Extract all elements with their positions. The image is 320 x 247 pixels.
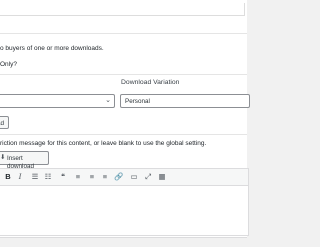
align-right-icon[interactable]: ≡ [100, 172, 110, 182]
more-tag-icon[interactable]: ▭ [129, 172, 139, 182]
chevron-down-icon: ⌄ [105, 97, 111, 104]
fullscreen-icon[interactable]: ⤢ [143, 172, 153, 182]
italic-icon[interactable]: I [15, 172, 25, 182]
divider [0, 33, 247, 34]
blockquote-icon[interactable]: ❝ [58, 172, 68, 182]
link-icon[interactable]: 🔗 [114, 172, 124, 182]
editor-toolbar: B I ☰ ☷ ❝ ≡ ≡ ≡ 🔗 ▭ ⤢ ▦ [0, 169, 248, 186]
add-download-button[interactable]: ad [0, 116, 9, 129]
toolbar-toggle-icon[interactable]: ▦ [157, 172, 167, 182]
top-input-field[interactable] [0, 3, 245, 16]
restriction-message-editor[interactable]: B I ☰ ☷ ❝ ≡ ≡ ≡ 🔗 ▭ ⤢ ▦ [0, 168, 249, 236]
divider [0, 74, 247, 75]
download-select[interactable]: ⌄ [0, 94, 115, 108]
download-variation-value: Personal [125, 97, 150, 105]
add-download-button-label: ad [0, 119, 5, 127]
editor-status-bar [0, 237, 247, 247]
restriction-message-instructions: riction message for this content, or lea… [0, 140, 207, 147]
numbered-list-icon[interactable]: ☷ [43, 172, 53, 182]
insert-download-button[interactable]: ⬇ Insert download [0, 151, 49, 170]
download-variation-input[interactable]: Personal [120, 94, 250, 108]
restriction-description: o buyers of one or more downloads. [0, 45, 104, 52]
align-left-icon[interactable]: ≡ [73, 172, 83, 182]
download-icon: ⬇ [0, 154, 6, 161]
download-variation-column-header: Download Variation [121, 79, 180, 86]
only-checkbox-label: Only? [0, 61, 17, 68]
restrict-content-panel: o buyers of one or more downloads. Only?… [0, 0, 250, 247]
align-center-icon[interactable]: ≡ [87, 172, 97, 182]
bulleted-list-icon[interactable]: ☰ [30, 172, 40, 182]
divider [0, 134, 247, 135]
bold-icon[interactable]: B [3, 172, 13, 182]
